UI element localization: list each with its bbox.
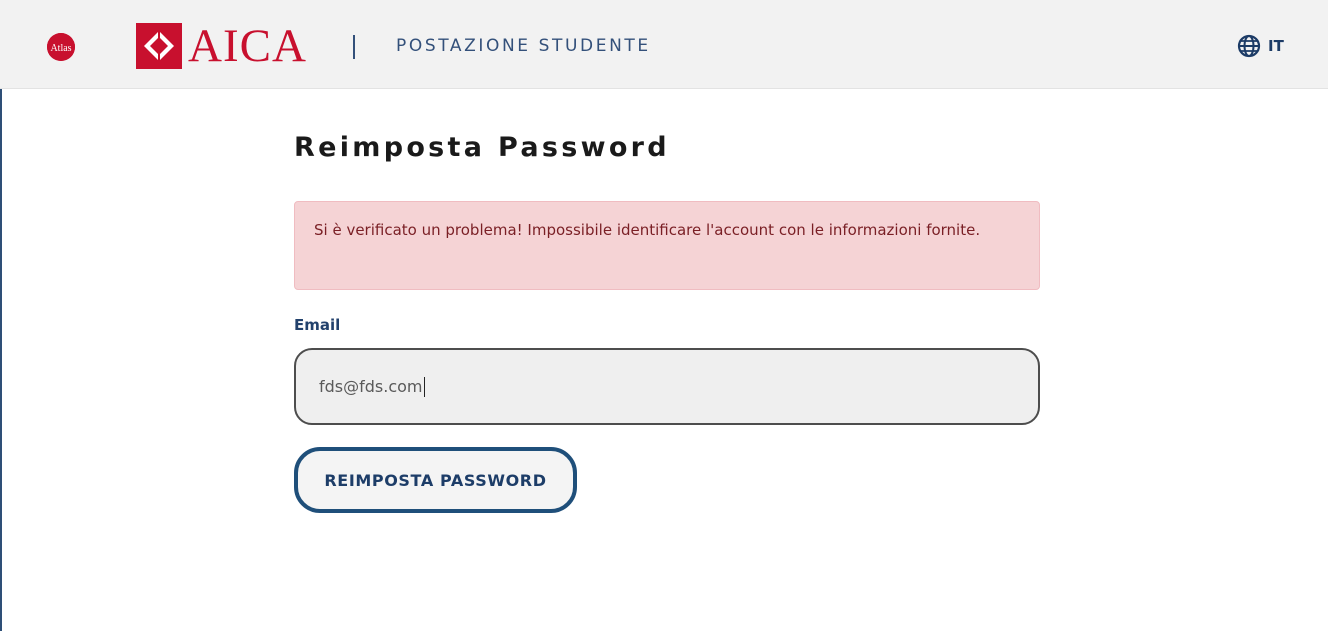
globe-icon [1237, 34, 1261, 58]
aica-logo[interactable]: AICA [136, 20, 307, 72]
aica-logo-icon [136, 23, 182, 69]
top-header: Atlas AICA POSTAZIONE STUDENTE IT [0, 0, 1328, 89]
language-selector[interactable]: IT [1237, 34, 1284, 58]
email-field-value: fds@fds.com [319, 377, 423, 396]
text-cursor [423, 376, 425, 397]
error-alert: Si è verificato un problema! Impossibile… [294, 201, 1040, 290]
reset-password-button[interactable]: REIMPOSTA PASSWORD [294, 447, 577, 513]
header-title: POSTAZIONE STUDENTE [396, 36, 651, 56]
header-divider [353, 35, 355, 59]
atlas-logo[interactable]: Atlas [47, 33, 75, 61]
reset-password-form: Reimposta Password Si è verificato un pr… [294, 118, 1040, 513]
error-alert-message: Si è verificato un problema! Impossibile… [314, 221, 981, 239]
atlas-logo-mark: Atlas [47, 33, 75, 61]
aica-logo-text: AICA [188, 20, 307, 72]
email-field[interactable]: fds@fds.com [294, 348, 1040, 425]
language-code: IT [1268, 37, 1284, 55]
page-title: Reimposta Password [294, 132, 670, 163]
email-label: Email [294, 316, 341, 334]
page-left-border [0, 88, 2, 631]
atlas-logo-text: Atlas [50, 43, 71, 54]
